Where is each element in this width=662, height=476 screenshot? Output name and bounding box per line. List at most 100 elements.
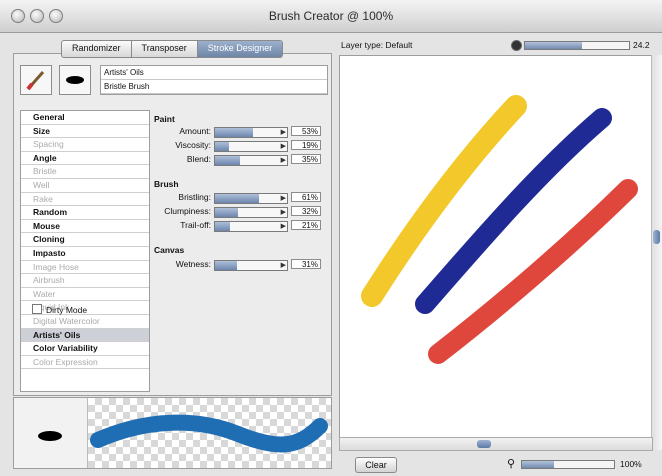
brush-creator-window: Brush Creator @ 100% Artists' Oils Brist…: [0, 0, 662, 476]
param-slider[interactable]: ▶: [214, 260, 288, 271]
param-value-field[interactable]: 31%: [291, 259, 321, 269]
mode-tabs: Randomizer Transposer Stroke Designer: [61, 40, 284, 58]
category-item[interactable]: Impasto: [21, 247, 149, 261]
param-value-field[interactable]: 19%: [291, 140, 321, 150]
brush-selector: Artists' Oils Bristle Brush: [20, 65, 328, 97]
category-item[interactable]: Size: [21, 125, 149, 139]
category-item[interactable]: General: [21, 111, 149, 125]
param-label: Amount:: [179, 126, 211, 136]
brush-name-box[interactable]: Artists' Oils Bristle Brush: [100, 65, 328, 95]
category-item[interactable]: Random: [21, 206, 149, 220]
param-row-bristling: Bristling: ▶ 61%: [154, 192, 329, 204]
preview-stroke: [90, 414, 328, 453]
param-label: Viscosity:: [175, 140, 211, 150]
group-label-paint: Paint: [154, 114, 175, 124]
brush-size-slider[interactable]: [524, 41, 630, 50]
param-slider[interactable]: ▶: [214, 127, 288, 138]
clear-button[interactable]: Clear: [355, 457, 397, 473]
slider-arrow-icon: ▶: [280, 143, 286, 150]
zoom-value: 100%: [620, 459, 642, 469]
dab-preview: [14, 398, 88, 468]
brush-size-dot-icon: [511, 40, 522, 51]
param-row-wetness: Wetness: ▶ 31%: [154, 259, 329, 271]
dirty-mode-label: Dirty Mode: [46, 305, 88, 315]
zoom-slider[interactable]: [521, 460, 615, 469]
dirty-mode-checkbox[interactable]: Dirty Mode: [32, 304, 87, 315]
horizontal-scroll-thumb[interactable]: [477, 440, 491, 448]
stroke-preview-area: [88, 398, 331, 468]
category-item[interactable]: Digital Watercolor: [21, 315, 149, 329]
slider-arrow-icon: ▶: [280, 262, 286, 269]
param-row-clumpiness: Clumpiness: ▶ 32%: [154, 206, 329, 218]
param-slider[interactable]: ▶: [214, 155, 288, 166]
param-value-field[interactable]: 21%: [291, 220, 321, 230]
stroke-preview: [13, 397, 332, 469]
param-slider[interactable]: ▶: [214, 221, 288, 232]
param-slider[interactable]: ▶: [214, 193, 288, 204]
slider-fill: [215, 222, 231, 231]
param-label: Blend:: [186, 154, 211, 164]
param-value-field[interactable]: 61%: [291, 192, 321, 202]
settings-category-list: General Size Spacing Angle Bristle Well Rake Ra…: [20, 110, 150, 392]
zoom-magnifier-icon: ⚲: [507, 458, 516, 470]
category-item[interactable]: Color Variability: [21, 342, 149, 356]
category-item[interactable]: Bristle: [21, 165, 149, 179]
param-row-viscosity: Viscosity: ▶ 19%: [154, 140, 329, 152]
tab-stroke-designer[interactable]: Stroke Designer: [197, 41, 283, 57]
brush-category-name: Artists' Oils: [101, 66, 327, 80]
tab-randomizer[interactable]: Randomizer: [62, 41, 132, 57]
checkbox-box[interactable]: [32, 304, 42, 314]
param-label: Clumpiness:: [164, 206, 211, 216]
slider-arrow-icon: ▶: [280, 157, 286, 164]
canvas-header: Layer type: Default 24.2: [339, 38, 659, 54]
param-slider[interactable]: ▶: [214, 141, 288, 152]
param-slider[interactable]: ▶: [214, 207, 288, 218]
title-bar[interactable]: Brush Creator @ 100%: [0, 0, 662, 33]
bottom-bar: Clear ⚲ 100%: [339, 455, 659, 473]
dab-preview-icon: [66, 76, 84, 84]
param-row-amount: Amount: ▶ 53%: [154, 126, 329, 138]
param-value-field[interactable]: 32%: [291, 206, 321, 216]
slider-fill: [215, 208, 239, 217]
category-item[interactable]: Spacing: [21, 138, 149, 152]
slider-arrow-icon: ▶: [280, 209, 286, 216]
category-item[interactable]: Image Hose: [21, 261, 149, 275]
category-item[interactable]: Rake: [21, 193, 149, 207]
category-item[interactable]: Cloning: [21, 233, 149, 247]
category-item[interactable]: Well: [21, 179, 149, 193]
tab-transposer[interactable]: Transposer: [132, 41, 198, 57]
param-label: Wetness:: [175, 259, 211, 269]
drawing-canvas[interactable]: [339, 55, 653, 439]
category-item[interactable]: Angle: [21, 152, 149, 166]
brush-variant-name: Bristle Brush: [101, 80, 327, 94]
category-item[interactable]: Water: [21, 288, 149, 302]
slider-fill: [215, 128, 254, 137]
brush-variant-icon[interactable]: [59, 65, 91, 95]
category-item[interactable]: Artists' Oils: [21, 328, 149, 343]
artists-oils-settings: Paint Amount: ▶ 53% Viscosity: ▶ 19% Blend: ▶…: [154, 114, 329, 334]
zoom-fill: [522, 461, 555, 468]
group-label-canvas: Canvas: [154, 245, 185, 255]
category-item[interactable]: Color Expression: [21, 356, 149, 370]
param-row-trailoff: Trail-off: ▶ 21%: [154, 220, 329, 232]
slider-fill: [215, 194, 259, 203]
brush-size-value: 24.2: [633, 40, 650, 50]
window-title: Brush Creator @ 100%: [268, 9, 394, 23]
slider-arrow-icon: ▶: [280, 129, 286, 136]
category-item[interactable]: Airbrush: [21, 274, 149, 288]
horizontal-scrollbar[interactable]: [339, 437, 653, 451]
slider-arrow-icon: ▶: [280, 195, 286, 202]
category-item[interactable]: Mouse: [21, 220, 149, 234]
slider-fill: [215, 261, 238, 270]
param-label: Trail-off:: [180, 220, 211, 230]
param-row-blend: Blend: ▶ 35%: [154, 154, 329, 166]
brush-category-icon[interactable]: [20, 65, 52, 95]
brush-size-fill: [525, 42, 583, 49]
param-value-field[interactable]: 35%: [291, 154, 321, 164]
vertical-scroll-thumb[interactable]: [653, 230, 660, 244]
stroke-designer-panel: Artists' Oils Bristle Brush General Size S…: [13, 53, 332, 396]
slider-fill: [215, 156, 241, 165]
param-value-field[interactable]: 53%: [291, 126, 321, 136]
layer-type-label: Layer type: Default: [341, 40, 413, 50]
vertical-scrollbar[interactable]: [651, 55, 662, 450]
